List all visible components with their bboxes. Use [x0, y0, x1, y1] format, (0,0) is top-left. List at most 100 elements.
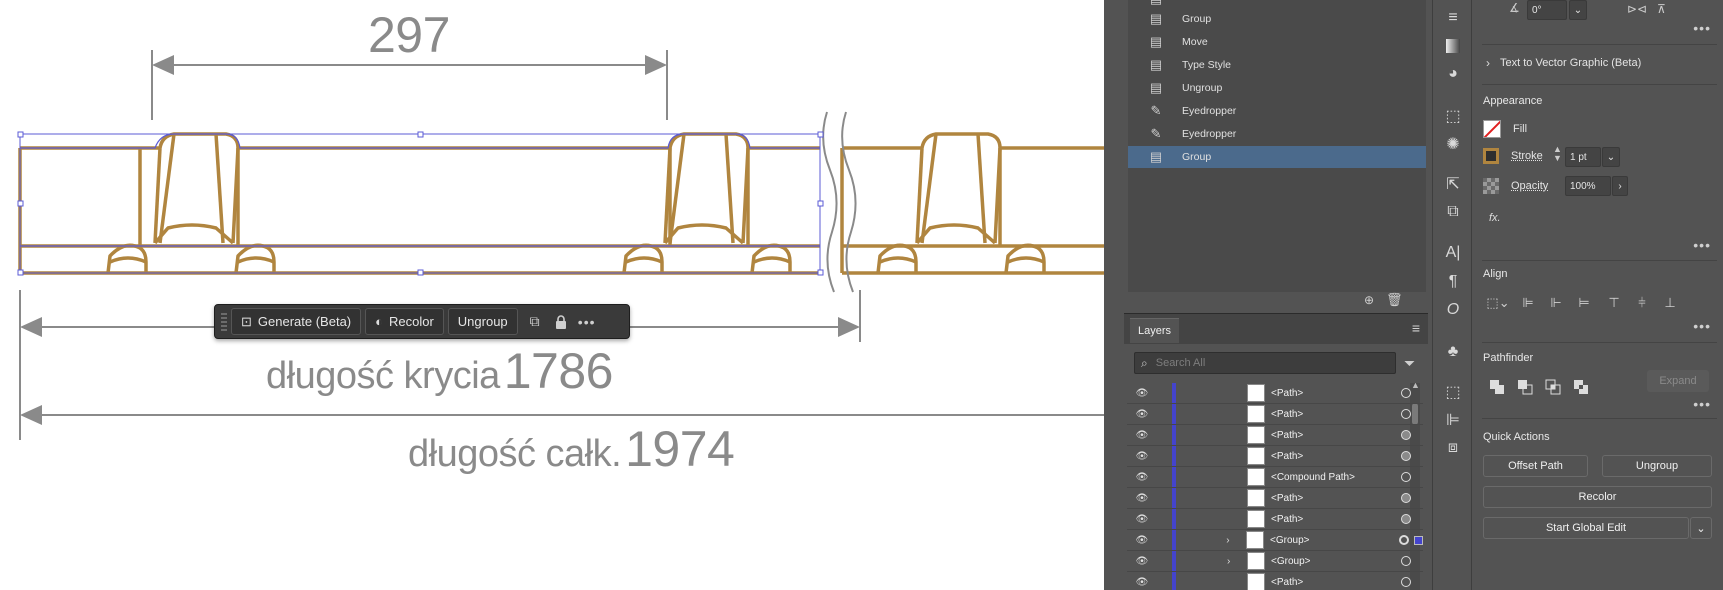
- artboards-icon[interactable]: ⬚: [1441, 104, 1465, 128]
- arrange-icon[interactable]: ⧉: [1441, 200, 1465, 224]
- history-item[interactable]: ✎ Eyedropper: [1128, 123, 1426, 145]
- unite-icon[interactable]: [1489, 379, 1505, 395]
- drag-handle[interactable]: [221, 312, 227, 331]
- text-to-vector-row[interactable]: › Text to Vector Graphic (Beta): [1486, 56, 1641, 70]
- eye-icon[interactable]: 👁: [1127, 493, 1157, 504]
- roof-tile-profile-continuation[interactable]: [840, 132, 1104, 275]
- layers-list[interactable]: ▲ 👁 <Path> 👁 <Path> 👁 <Path> 👁 <Path> 👁 …: [1127, 383, 1423, 590]
- opacity-label[interactable]: Opacity: [1511, 180, 1548, 192]
- pathfinder-panel-icon[interactable]: ⧈: [1441, 436, 1465, 460]
- align-bottom-icon[interactable]: ⊥: [1662, 295, 1678, 311]
- history-item[interactable]: ▤ Type Style: [1128, 54, 1426, 76]
- quick-ungroup-button[interactable]: Ungroup: [1602, 455, 1712, 477]
- transparency-icon[interactable]: ◕: [1441, 62, 1465, 86]
- target-circle-filled-icon[interactable]: [1401, 451, 1411, 461]
- selection-square-icon[interactable]: [1414, 535, 1423, 545]
- duplicate-icon[interactable]: ⧉: [522, 308, 548, 335]
- eye-icon[interactable]: 👁: [1127, 451, 1157, 462]
- angle-dropdown[interactable]: ⌄: [1569, 0, 1587, 20]
- align-to-icon[interactable]: ⬚⌄: [1486, 295, 1510, 311]
- history-item-selected[interactable]: ▤ Group: [1128, 146, 1426, 168]
- stroke-weight-field[interactable]: 1 pt: [1565, 147, 1601, 167]
- symbols-icon[interactable]: ♣: [1441, 340, 1465, 364]
- target-circle-filled-icon[interactable]: [1401, 430, 1411, 440]
- layer-row[interactable]: 👁 <Path>: [1127, 488, 1423, 509]
- fill-row[interactable]: Fill: [1483, 120, 1527, 138]
- history-item[interactable]: ▤ Move: [1128, 31, 1426, 53]
- expand-chevron-icon[interactable]: ›: [1226, 535, 1246, 546]
- minus-front-icon[interactable]: [1517, 379, 1533, 395]
- character-icon[interactable]: A|: [1441, 241, 1465, 265]
- menu-lines-icon[interactable]: ≡: [1441, 6, 1465, 30]
- eye-icon[interactable]: 👁: [1127, 514, 1157, 525]
- more-icon[interactable]: •••: [1693, 396, 1711, 412]
- eye-icon[interactable]: 👁: [1127, 472, 1157, 483]
- eye-icon[interactable]: 👁: [1127, 409, 1157, 420]
- eye-icon[interactable]: 👁: [1127, 556, 1157, 567]
- export-icon[interactable]: ⇱: [1441, 172, 1465, 196]
- flip-vertical-icon[interactable]: ⊼: [1657, 2, 1666, 16]
- more-options-icon[interactable]: •••: [574, 308, 600, 335]
- align-center-icon[interactable]: ⊩: [1548, 295, 1564, 311]
- more-icon[interactable]: •••: [1693, 237, 1711, 253]
- flip-horizontal-icon[interactable]: ⊳⊲: [1627, 2, 1647, 16]
- start-global-edit-button[interactable]: Start Global Edit: [1483, 517, 1689, 539]
- layer-row[interactable]: 👁 › <Group>: [1127, 530, 1423, 551]
- fill-swatch-none-icon[interactable]: [1483, 120, 1501, 138]
- layers-search-input[interactable]: ⌕ Search All: [1134, 352, 1396, 374]
- more-icon[interactable]: •••: [1693, 318, 1711, 334]
- history-item[interactable]: ✎ Eyedropper: [1128, 100, 1426, 122]
- stroke-weight-dropdown[interactable]: ⌄: [1602, 147, 1620, 167]
- panel-menu-icon[interactable]: ≡: [1412, 320, 1420, 336]
- filter-icon[interactable]: ⏷: [1404, 355, 1415, 372]
- layer-row[interactable]: 👁 <Compound Path>: [1127, 467, 1423, 488]
- layer-row[interactable]: 👁 <Path>: [1127, 383, 1423, 404]
- sun-icon[interactable]: ✺: [1441, 132, 1465, 156]
- layer-row[interactable]: 👁 › <Group>: [1127, 551, 1423, 572]
- align-panel-icon[interactable]: ⊫: [1441, 408, 1465, 432]
- exclude-icon[interactable]: [1573, 379, 1589, 395]
- gradient-icon[interactable]: [1441, 34, 1465, 58]
- opacity-field[interactable]: 100%: [1565, 176, 1611, 196]
- target-circle-icon[interactable]: [1401, 556, 1411, 566]
- intersect-icon[interactable]: [1545, 379, 1561, 395]
- ungroup-button[interactable]: Ungroup: [447, 308, 518, 335]
- quick-recolor-button[interactable]: Recolor: [1483, 486, 1712, 508]
- paragraph-icon[interactable]: ¶: [1441, 270, 1465, 294]
- expand-button[interactable]: Expand: [1647, 370, 1709, 392]
- layer-row[interactable]: 👁 <Path>: [1127, 446, 1423, 467]
- opentype-icon[interactable]: O: [1441, 298, 1465, 322]
- recolor-button[interactable]: ◐ Recolor: [365, 308, 444, 335]
- stroke-row[interactable]: Stroke: [1483, 148, 1543, 164]
- more-icon[interactable]: •••: [1693, 20, 1711, 36]
- roof-tile-profile[interactable]: [18, 132, 820, 275]
- target-circle-icon[interactable]: [1401, 388, 1411, 398]
- tab-layers[interactable]: Layers: [1130, 318, 1180, 343]
- angle-field[interactable]: 0°: [1527, 0, 1567, 20]
- stroke-label[interactable]: Stroke: [1511, 150, 1543, 162]
- target-circle-icon[interactable]: [1401, 577, 1411, 587]
- history-item[interactable]: ▤ Ungroup: [1128, 77, 1426, 99]
- opacity-arrow[interactable]: ›: [1612, 176, 1628, 196]
- layer-row[interactable]: 👁 <Path>: [1127, 404, 1423, 425]
- fx-icon[interactable]: fx.: [1489, 212, 1501, 224]
- layer-row[interactable]: 👁 <Path>: [1127, 425, 1423, 446]
- artwork-svg[interactable]: [0, 0, 1104, 590]
- eye-icon[interactable]: 👁: [1127, 430, 1157, 441]
- opacity-row[interactable]: Opacity: [1483, 178, 1548, 194]
- target-circle-filled-icon[interactable]: [1401, 493, 1411, 503]
- expand-chevron-icon[interactable]: ›: [1227, 556, 1247, 567]
- eye-icon[interactable]: 👁: [1127, 577, 1157, 588]
- target-double-circle-icon[interactable]: [1399, 535, 1410, 545]
- stepper-icon[interactable]: ▲ ▼: [1553, 145, 1562, 163]
- contextual-task-bar[interactable]: ⊡ Generate (Beta) ◐ Recolor Ungroup ⧉ ••…: [214, 304, 630, 339]
- target-circle-icon[interactable]: [1401, 409, 1411, 419]
- target-circle-filled-icon[interactable]: [1401, 514, 1411, 524]
- align-top-icon[interactable]: ⊤: [1606, 295, 1622, 311]
- offset-path-button[interactable]: Offset Path: [1483, 455, 1588, 477]
- lock-icon[interactable]: [548, 308, 574, 335]
- global-edit-options-button[interactable]: ⌄: [1690, 517, 1712, 539]
- layer-row[interactable]: 👁 <Path>: [1127, 572, 1423, 590]
- align-middle-icon[interactable]: ⫩: [1634, 295, 1650, 311]
- history-list[interactable]: ▤ ▤ Group ▤ Move ▤ Type Style ▤ Ungroup …: [1128, 0, 1426, 292]
